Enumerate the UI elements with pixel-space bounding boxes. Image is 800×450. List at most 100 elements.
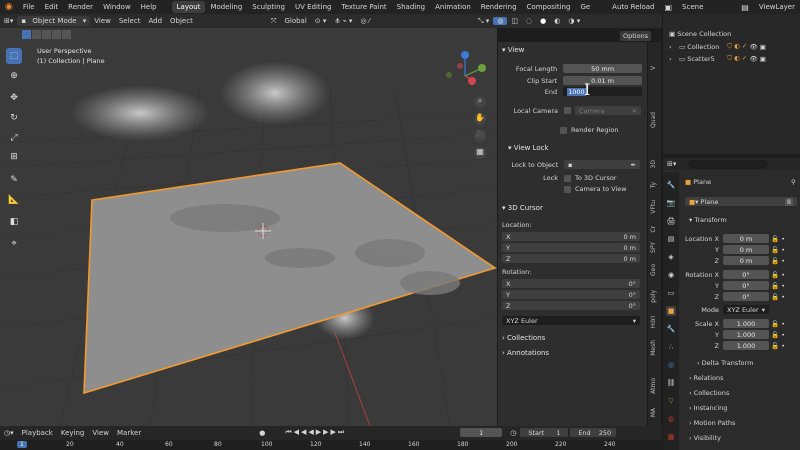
particles-tab-icon[interactable]: ∴ (666, 342, 676, 352)
output-tab-icon[interactable]: 🖨 (666, 216, 676, 226)
focal-length-field[interactable]: 50 mm (563, 64, 642, 73)
location-x-field[interactable]: 0 m (723, 234, 769, 243)
pin-icon[interactable]: ⚲ (791, 178, 796, 186)
extra-tool-icon[interactable]: ⌖ (6, 236, 22, 252)
tab-modeling[interactable]: Modeling (205, 1, 247, 13)
playhead-frame[interactable]: 1 (17, 441, 27, 448)
lock-icon[interactable]: 🔓 • (769, 342, 785, 350)
outliner[interactable]: ▣ Scene Collection › ▭ Collection ⛉ ◐ ✓ 👁… (662, 14, 800, 154)
tool-tab-icon[interactable]: 🔧 (666, 180, 676, 190)
cursor-location-x[interactable]: X 0 m (502, 232, 640, 241)
3d-viewport[interactable]: User Perspective (1) Collection | Plane … (0, 28, 497, 426)
zoom-icon[interactable]: ⌕ (474, 96, 486, 108)
select-extend-icon[interactable] (32, 30, 41, 39)
scale-tool-icon[interactable]: ⤢ (6, 130, 22, 146)
cursor-rotation-y[interactable]: Y 0° (502, 290, 640, 299)
clear-x-icon[interactable]: ✕ (632, 107, 637, 115)
object-menu[interactable]: Object (166, 17, 197, 25)
expand-icon[interactable]: › (669, 55, 679, 63)
eyedropper-icon[interactable]: ✒ (631, 161, 636, 169)
select-menu[interactable]: Select (115, 17, 145, 25)
lock-icon[interactable]: 🔓 • (769, 293, 785, 301)
select-box-tool-icon[interactable]: ⬚ (6, 48, 22, 64)
tab-geometry[interactable]: Ge (575, 1, 595, 13)
tab-compositing[interactable]: Compositing (522, 1, 576, 13)
to-3d-cursor-checkbox[interactable] (564, 174, 571, 182)
texture-tab-icon[interactable]: ▦ (666, 432, 676, 442)
tab-ty[interactable]: Ty (650, 182, 657, 188)
3d-cursor-header[interactable]: ▾ 3D Cursor (502, 204, 543, 212)
rotation-x-field[interactable]: 0° (723, 270, 769, 279)
local-camera-checkbox[interactable] (564, 107, 571, 114)
relations-header[interactable]: › Relations (689, 374, 724, 382)
tab-animation[interactable]: Animation (430, 1, 476, 13)
rotation-mode-dropdown[interactable]: XYZ Euler ▾ (502, 316, 640, 325)
select-subtract-icon[interactable] (42, 30, 51, 39)
proportional-edit-icon[interactable]: ◎ ⁄ (356, 17, 374, 25)
start-frame-field[interactable]: Start 1 (520, 428, 569, 437)
scene-tab-icon[interactable]: ◈ (666, 252, 676, 262)
rotation-y-field[interactable]: 0° (723, 281, 769, 290)
record-icon[interactable]: ● (255, 429, 269, 437)
tab-geo[interactable]: Geo (650, 264, 657, 276)
tab-atmo[interactable]: Atmo (650, 378, 657, 394)
collections-header[interactable]: › Collections (502, 334, 545, 342)
editor-type-icon[interactable]: ⊞▾ (0, 17, 17, 25)
location-y-field[interactable]: 0 m (723, 245, 769, 254)
scene-selector[interactable]: Scene (677, 3, 722, 11)
visibility-eye-icon[interactable]: 👁 ▣ (747, 55, 765, 63)
tab-3d[interactable]: 3D (650, 160, 657, 168)
tab-spy[interactable]: SPY (650, 242, 657, 253)
mode-selector[interactable]: ▪ Object Mode ▾ (17, 16, 91, 26)
menu-help[interactable]: Help (136, 3, 162, 11)
shading-solid-icon[interactable]: ● (536, 17, 550, 25)
navigation-gizmo[interactable] (440, 48, 490, 98)
add-cube-tool-icon[interactable]: ◧ (6, 214, 22, 230)
tab-hdri[interactable]: Hdri (650, 316, 657, 328)
visibility-eye-icon[interactable]: 👁 ▣ (747, 43, 765, 51)
camera-to-view-checkbox[interactable] (564, 185, 571, 193)
scene-collection[interactable]: ▣ Scene Collection (669, 30, 731, 38)
clock-icon[interactable]: ◷ (506, 429, 520, 437)
menu-file[interactable]: File (18, 3, 40, 11)
viewport-scene[interactable] (0, 28, 497, 426)
tab-poly[interactable]: poly (650, 290, 657, 303)
keying-menu[interactable]: Keying (57, 429, 89, 437)
material-tab-icon[interactable]: ◍ (666, 414, 676, 424)
modifier-tab-icon[interactable]: 🔧 (666, 324, 676, 334)
overlay-icon[interactable]: ◍ (493, 17, 508, 25)
playback-menu[interactable]: Playback (18, 429, 57, 437)
annotations-header[interactable]: › Annotations (502, 349, 549, 357)
menu-edit[interactable]: Edit (40, 3, 64, 11)
view-menu[interactable]: View (90, 17, 115, 25)
location-z-field[interactable]: 0 m (723, 256, 769, 265)
transform-orientation[interactable]: Global (280, 17, 310, 25)
collection-tab-icon[interactable]: ▭ (666, 288, 676, 298)
scale-y-field[interactable]: 1.000 (723, 330, 769, 339)
blender-logo-icon[interactable]: ◉ (0, 2, 18, 12)
scale-x-field[interactable]: 1.000 (723, 319, 769, 328)
marker-menu[interactable]: Marker (113, 429, 145, 437)
playback-controls[interactable]: ⏮◀◀◀▶▶▶⏭ (281, 428, 350, 437)
object-tab-icon[interactable]: ■ (666, 306, 676, 316)
show-gizmo-icon[interactable]: ⤡ ▾ (474, 17, 493, 26)
tab-mesh[interactable]: Mesh (650, 340, 657, 356)
outliner-item-collection[interactable]: › ▭ Collection ⛉ ◐ ✓ 👁 ▣ (669, 42, 799, 51)
select-intersect-icon[interactable] (62, 30, 71, 39)
tab-texture-paint[interactable]: Texture Paint (337, 1, 392, 13)
xray-icon[interactable]: ◫ (507, 17, 522, 25)
constraints-tab-icon[interactable]: ⛓ (666, 378, 676, 388)
ortho-grid-icon[interactable]: ▦ (474, 147, 486, 159)
snap-icon[interactable]: ⋔ ⌁ ▾ (330, 17, 356, 25)
move-tool-icon[interactable]: ✥ (6, 90, 22, 106)
view-section-header[interactable]: ▾ View (502, 46, 524, 54)
menu-render[interactable]: Render (63, 3, 98, 11)
lock-icon[interactable]: 🔓 • (769, 271, 785, 279)
timeline[interactable]: ◷▾ Playback Keying View Marker ● ⏮◀◀◀▶▶▶… (0, 426, 662, 450)
view-layer-tab-icon[interactable]: ▤ (666, 234, 676, 244)
lock-icon[interactable]: 🔓 • (769, 320, 785, 328)
tab-shading[interactable]: Shading (392, 1, 430, 13)
cursor-location-y[interactable]: Y 0 m (502, 243, 640, 252)
measure-tool-icon[interactable]: 📐 (6, 192, 22, 208)
tab-vftu[interactable]: VFtu (650, 200, 657, 214)
